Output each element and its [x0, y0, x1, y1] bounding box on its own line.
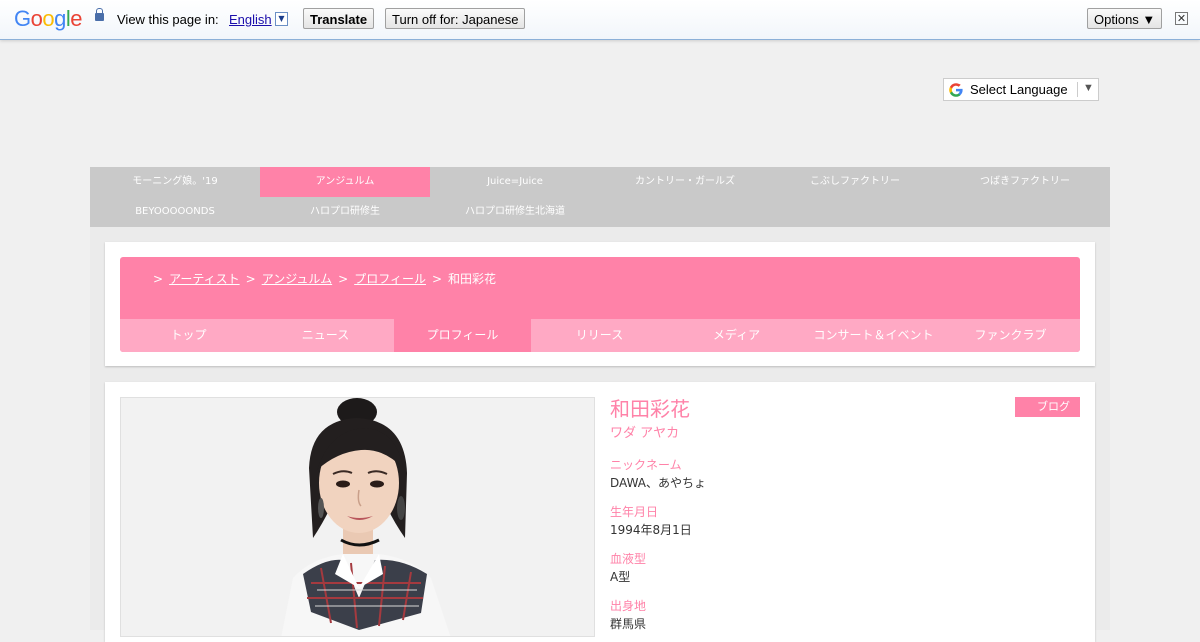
blog-button[interactable]: ブログ [1015, 397, 1080, 417]
breadcrumb-link-profile[interactable]: プロフィール [354, 272, 426, 286]
lock-icon [95, 8, 104, 21]
group-nav-item[interactable]: こぶしファクトリー [770, 167, 940, 197]
breadcrumb-link-artists[interactable]: アーティスト [169, 272, 240, 286]
breadcrumb: > アーティスト > アンジュルム > プロフィール > 和田彩花 [153, 270, 496, 287]
language-dropdown-icon[interactable]: ▼ [275, 12, 288, 26]
group-nav-item[interactable]: Juice=Juice [430, 167, 600, 197]
logo-letter-g2: g [54, 6, 66, 31]
birthplace-label: 出身地 [610, 599, 647, 613]
nickname-label: ニックネーム [610, 458, 682, 472]
select-language-label: Select Language [970, 82, 1068, 97]
birthdate-value: 1994年8月1日 [610, 523, 692, 537]
chevron-down-icon: ▼ [1083, 82, 1094, 94]
birthdate-label: 生年月日 [610, 505, 659, 519]
language-link[interactable]: English [229, 12, 272, 27]
member-name-kana: ワダ アヤカ [610, 426, 680, 441]
tab-release[interactable]: リリース [531, 319, 668, 352]
group-nav-item[interactable]: ハロプロ研修生 [260, 197, 430, 227]
group-nav: モーニング娘。'19 アンジュルム Juice=Juice カントリー・ガールズ… [90, 167, 1110, 227]
breadcrumb-separator: > [245, 272, 256, 286]
translate-button[interactable]: Translate [303, 8, 375, 29]
group-nav-item[interactable]: BEYOOOOONDS [90, 197, 260, 227]
divider [1077, 82, 1078, 97]
view-page-label: View this page in: [117, 12, 219, 27]
profile-photo [120, 397, 595, 637]
turn-off-button[interactable]: Turn off for: Japanese [385, 8, 526, 29]
logo-letter-e: e [70, 6, 83, 31]
logo-letter-o1: o [30, 6, 43, 31]
group-nav-item[interactable]: ハロプロ研修生北海道 [430, 197, 600, 227]
tab-concert-event[interactable]: コンサート＆イベント [805, 319, 942, 352]
translate-bar: Google View this page in: English ▼ Tran… [0, 0, 1200, 40]
breadcrumb-separator: > [153, 272, 164, 286]
breadcrumb-separator: > [431, 272, 443, 286]
nickname-value: DAWA、あやちょ [610, 476, 707, 490]
options-button[interactable]: Options ▼ [1087, 8, 1163, 29]
close-icon[interactable]: ✕ [1175, 12, 1188, 25]
blood-type-label: 血液型 [610, 552, 647, 566]
google-g-icon [949, 83, 963, 97]
tab-profile[interactable]: プロフィール [394, 319, 531, 352]
logo-letter-o2: o [42, 6, 55, 31]
artist-header: > アーティスト > アンジュルム > プロフィール > 和田彩花 トップ ニュース プロフィ… [120, 257, 1080, 352]
tab-top[interactable]: トップ [120, 319, 257, 352]
breadcrumb-separator: > [338, 272, 349, 286]
select-language-dropdown[interactable]: Select Language ▼ [943, 78, 1099, 101]
google-logo: Google [14, 6, 83, 32]
blood-type-value: A型 [610, 570, 631, 584]
member-name: 和田彩花 [610, 397, 690, 421]
group-nav-item-active[interactable]: アンジュルム [260, 167, 430, 197]
tab-fanclub[interactable]: ファンクラブ [942, 319, 1079, 352]
group-nav-item[interactable]: カントリー・ガールズ [600, 167, 770, 197]
tab-media[interactable]: メディア [668, 319, 805, 352]
tab-news[interactable]: ニュース [257, 319, 394, 352]
group-nav-item[interactable]: モーニング娘。'19 [90, 167, 260, 197]
portrait-illustration [281, 398, 451, 636]
birthplace-value: 群馬県 [610, 617, 647, 631]
breadcrumb-current: 和田彩花 [448, 272, 497, 286]
breadcrumb-link-angerme[interactable]: アンジュルム [262, 272, 332, 286]
group-nav-item[interactable]: つばきファクトリー [940, 167, 1110, 197]
artist-sub-nav: トップ ニュース プロフィール リリース メディア コンサート＆イベント ファン… [120, 319, 1080, 352]
logo-letter-g: G [14, 6, 31, 31]
